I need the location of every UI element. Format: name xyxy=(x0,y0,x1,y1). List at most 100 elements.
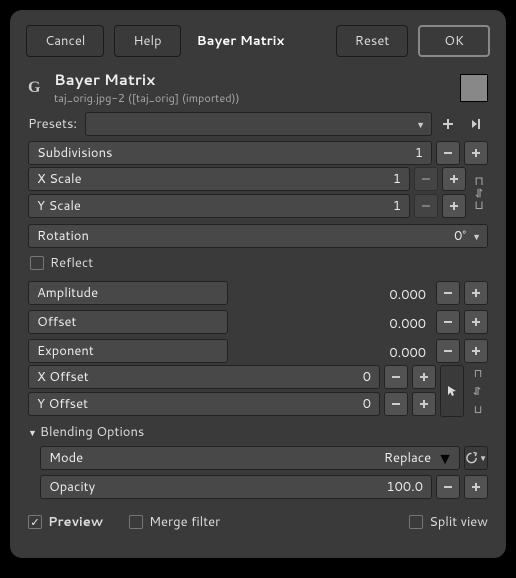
color-swatch[interactable] xyxy=(460,74,488,102)
yscale-value: 1 xyxy=(393,197,401,215)
presets-row: Presets: ▼ xyxy=(28,112,488,136)
xscale-value: 1 xyxy=(393,170,401,188)
offset-field[interactable]: Offset xyxy=(28,310,228,334)
chain-icon-bot: ⊔ xyxy=(474,199,483,211)
yoffset-value: 0 xyxy=(363,395,371,413)
reflect-row: Reflect xyxy=(28,250,488,276)
pick-point-button[interactable] xyxy=(440,365,464,417)
gimp-logo-icon: G xyxy=(28,79,46,97)
swap-icon xyxy=(465,451,478,465)
yscale-field[interactable]: Y Scale 1 xyxy=(28,194,410,218)
exponent-field[interactable]: Exponent xyxy=(28,339,228,363)
chain-icon-mid: ⇋ xyxy=(473,188,485,198)
opacity-value: 100.0 xyxy=(386,478,423,496)
blending-section-label: Blending Options xyxy=(40,423,144,441)
chevron-down-icon: ▼ xyxy=(437,447,453,470)
offset-plus-button[interactable] xyxy=(464,310,488,334)
exponent-row: Exponent 0.000 xyxy=(28,339,488,363)
rotation-label: Rotation xyxy=(37,227,89,245)
help-button[interactable]: Help xyxy=(114,25,180,57)
amplitude-minus-button[interactable] xyxy=(436,281,460,305)
xoffset-plus-button[interactable] xyxy=(412,365,436,389)
amplitude-field[interactable]: Amplitude xyxy=(28,281,228,305)
chevron-down-icon: ▼ xyxy=(479,452,487,464)
amplitude-plus-button[interactable] xyxy=(464,281,488,305)
split-view-label: Split view xyxy=(429,513,488,531)
opacity-row: Opacity 100.0 xyxy=(40,475,488,499)
opacity-plus-button[interactable] xyxy=(464,475,488,499)
opacity-minus-button[interactable] xyxy=(436,475,460,499)
chain-icon: ⊓ xyxy=(474,175,483,187)
filter-name: Bayer Matrix xyxy=(54,69,452,90)
preview-label: Preview xyxy=(48,513,103,531)
chain-icon: ⊓ xyxy=(474,365,483,381)
rotation-dropdown[interactable]: Rotation 0° ▼ xyxy=(28,224,488,248)
xscale-field[interactable]: X Scale 1 xyxy=(28,167,410,191)
opacity-field[interactable]: Opacity 100.0 xyxy=(40,475,432,499)
yoffset-field[interactable]: Y Offset 0 xyxy=(28,392,380,416)
xoffset-label: X Offset xyxy=(37,368,89,386)
reflect-label: Reflect xyxy=(50,254,93,272)
offset-link-button[interactable]: ⊓ ⇋ ⊔ xyxy=(468,365,488,417)
reset-button[interactable]: Reset xyxy=(336,25,409,57)
header: G Bayer Matrix taj_orig.jpg-2 ([taj_orig… xyxy=(10,69,506,112)
subdivisions-field[interactable]: Subdivisions 1 xyxy=(28,141,432,165)
subdivisions-plus-button[interactable] xyxy=(464,141,488,165)
preset-add-button[interactable] xyxy=(436,112,460,136)
expander-icon: ▼ xyxy=(28,426,37,439)
xscale-label: X Scale xyxy=(37,170,82,188)
cursor-icon xyxy=(445,384,459,398)
scale-link-button[interactable]: ⊓ ⇋ ⊔ xyxy=(470,167,488,219)
presets-label: Presets: xyxy=(28,115,77,133)
reflect-checkbox[interactable] xyxy=(30,256,44,270)
offset-value: 0.000 xyxy=(389,315,426,333)
merge-filter-label: Merge filter xyxy=(149,513,220,531)
xoffset-field[interactable]: X Offset 0 xyxy=(28,365,380,389)
blending-section-header[interactable]: ▼ Blending Options xyxy=(28,423,488,441)
mode-dropdown[interactable]: Mode Replace ▼ xyxy=(40,446,460,470)
xoffset-value: 0 xyxy=(363,368,371,386)
mode-row: Mode Replace ▼ ▼ xyxy=(40,446,488,470)
xscale-minus-button[interactable] xyxy=(414,167,438,191)
yscale-minus-button[interactable] xyxy=(414,194,438,218)
dialog: Cancel Help Bayer Matrix Reset OK G Baye… xyxy=(10,10,506,558)
presets-dropdown[interactable]: ▼ xyxy=(85,112,432,136)
xscale-plus-button[interactable] xyxy=(442,167,466,191)
subdivisions-row: Subdivisions 1 xyxy=(28,141,488,165)
exponent-plus-button[interactable] xyxy=(464,339,488,363)
offset-label: Offset xyxy=(37,313,76,331)
preview-checkbox[interactable] xyxy=(28,515,42,529)
yoffset-plus-button[interactable] xyxy=(412,392,436,416)
offset-minus-button[interactable] xyxy=(436,310,460,334)
chain-icon-mid: ⇋ xyxy=(470,386,486,395)
exponent-value: 0.000 xyxy=(389,344,426,362)
yoffset-label: Y Offset xyxy=(37,395,88,413)
amplitude-value: 0.000 xyxy=(389,286,426,304)
chain-icon-bot: ⊔ xyxy=(474,401,483,417)
footer: Preview Merge filter Split view xyxy=(10,505,506,531)
chevron-down-icon: ▼ xyxy=(472,230,481,243)
cancel-button[interactable]: Cancel xyxy=(26,25,104,57)
yoffset-minus-button[interactable] xyxy=(384,392,408,416)
subdivisions-value: 1 xyxy=(415,144,423,162)
offset-row: Offset 0.000 xyxy=(28,310,488,334)
rotation-value: 0° xyxy=(454,227,466,245)
split-view-checkbox[interactable] xyxy=(409,515,423,529)
ok-button[interactable]: OK xyxy=(418,25,490,57)
offsetxy-group: X Offset 0 Y Offset 0 xyxy=(28,365,488,417)
amplitude-row: Amplitude 0.000 xyxy=(28,281,488,305)
subdivisions-minus-button[interactable] xyxy=(436,141,460,165)
amplitude-label: Amplitude xyxy=(37,284,98,302)
xoffset-minus-button[interactable] xyxy=(384,365,408,389)
merge-filter-checkbox[interactable] xyxy=(129,515,143,529)
mode-value: Replace xyxy=(384,449,431,467)
mode-label: Mode xyxy=(49,449,83,467)
dialog-title: Bayer Matrix xyxy=(191,26,291,56)
exponent-minus-button[interactable] xyxy=(436,339,460,363)
preset-menu-button[interactable] xyxy=(464,112,488,136)
subdivisions-label: Subdivisions xyxy=(37,144,113,162)
chevron-down-icon: ▼ xyxy=(416,118,425,131)
yscale-plus-button[interactable] xyxy=(442,194,466,218)
mode-switch-button[interactable]: ▼ xyxy=(464,446,488,470)
image-path: taj_orig.jpg-2 ([taj_orig] (imported)) xyxy=(54,90,452,106)
